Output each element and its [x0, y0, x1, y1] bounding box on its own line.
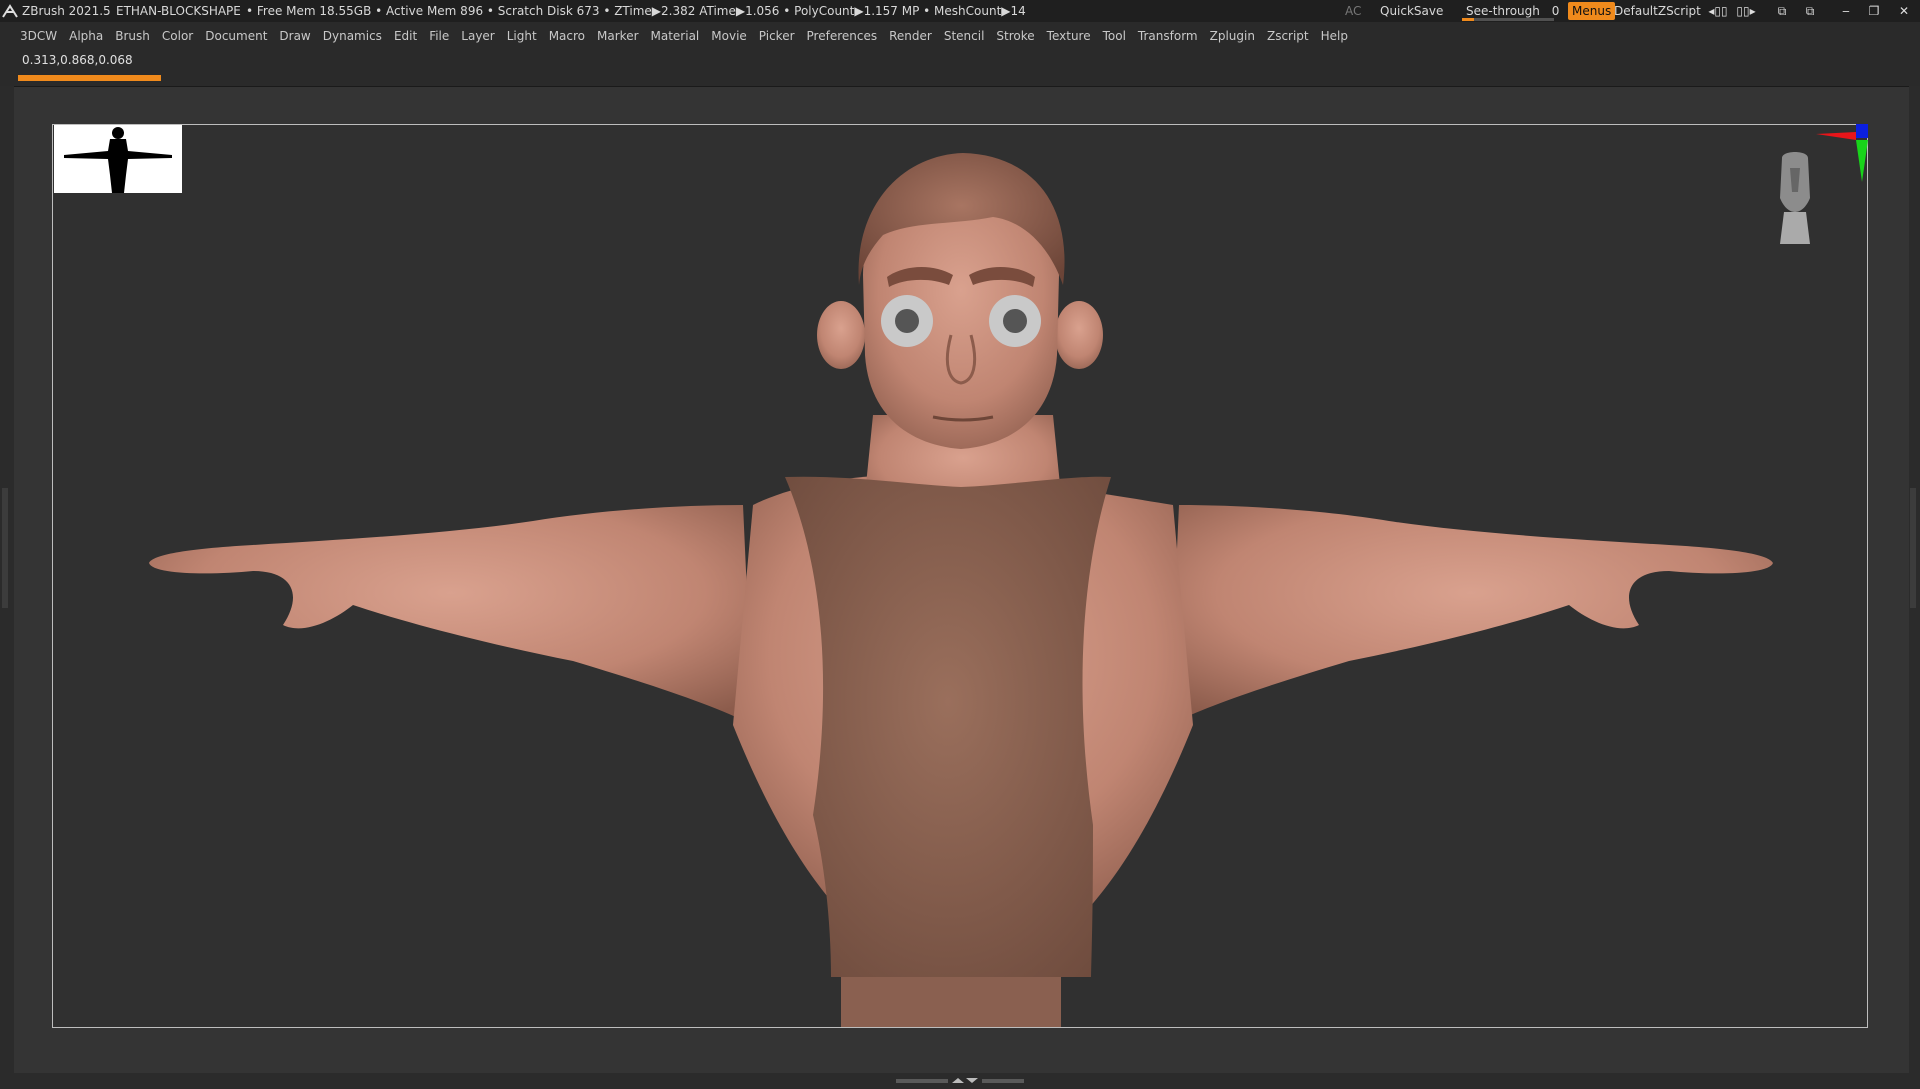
menu-picker[interactable]: Picker	[753, 22, 801, 50]
info-bar: 0.313,0.868,0.068	[0, 50, 1920, 86]
menu-light[interactable]: Light	[501, 22, 543, 50]
default-zscript-button[interactable]: DefaultZScript	[1614, 0, 1701, 22]
menu-dynamics[interactable]: Dynamics	[317, 22, 388, 50]
menu-transform[interactable]: Transform	[1132, 22, 1204, 50]
right-tray-handle[interactable]	[1910, 488, 1916, 608]
menu-render[interactable]: Render	[883, 22, 938, 50]
menu-layer[interactable]: Layer	[455, 22, 500, 50]
progress-fill	[18, 75, 161, 81]
menu-texture[interactable]: Texture	[1041, 22, 1097, 50]
menu-3dcw[interactable]: 3DCW	[14, 22, 63, 50]
see-through-track	[1462, 18, 1554, 21]
bottom-tray-handle[interactable]	[896, 1070, 1024, 1083]
ac-button[interactable]: AC	[1345, 0, 1361, 22]
menu-zplugin[interactable]: Zplugin	[1204, 22, 1261, 50]
shirt-mesh	[785, 476, 1111, 977]
quicksave-button[interactable]: QuickSave	[1380, 0, 1443, 22]
menu-movie[interactable]: Movie	[705, 22, 753, 50]
layout-left-icon[interactable]: ◂▯▯	[1708, 0, 1728, 22]
see-through-slider[interactable]: See-through 0	[1462, 2, 1559, 21]
menu-items: 3DCW Alpha Brush Color Document Draw Dynamics E…	[14, 22, 1354, 50]
color-readout: 0.313,0.868,0.068	[22, 53, 133, 67]
left-arm-mesh	[149, 505, 753, 725]
memory-stats: • Free Mem 18.55GB • Active Mem 896 • Sc…	[246, 4, 1026, 18]
zbrush-logo-icon[interactable]	[2, 3, 18, 19]
left-tray-handle[interactable]	[2, 488, 8, 608]
minimize-icon[interactable]: ‒	[1836, 0, 1856, 22]
silhouette-thumbnail[interactable]	[54, 125, 182, 193]
menu-material[interactable]: Material	[645, 22, 706, 50]
right-pupil-mesh	[1003, 309, 1027, 333]
menu-tool[interactable]: Tool	[1097, 22, 1132, 50]
menu-alpha[interactable]: Alpha	[63, 22, 109, 50]
app-title: ZBrush 2021.5	[22, 4, 111, 18]
left-ear-mesh	[817, 301, 865, 369]
left-pupil-mesh	[895, 309, 919, 333]
menu-document[interactable]: Document	[199, 22, 273, 50]
menu-stroke[interactable]: Stroke	[990, 22, 1040, 50]
menu-marker[interactable]: Marker	[591, 22, 644, 50]
restore-icon[interactable]: ❐	[1864, 0, 1884, 22]
menu-edit[interactable]: Edit	[388, 22, 423, 50]
menu-color[interactable]: Color	[156, 22, 199, 50]
window-arrange-icon[interactable]: ⧉	[1800, 0, 1820, 22]
see-through-value: 0	[1551, 4, 1560, 18]
axis-gizmo-icon[interactable]	[1812, 124, 1868, 184]
title-bar: ZBrush 2021.5 ETHAN-BLOCKSHAPE • Free Me…	[0, 0, 1920, 22]
menu-stencil[interactable]: Stencil	[938, 22, 991, 50]
model-viewport[interactable]	[53, 125, 1868, 1028]
menu-draw[interactable]: Draw	[273, 22, 316, 50]
menu-brush[interactable]: Brush	[109, 22, 156, 50]
document-name: ETHAN-BLOCKSHAPE	[116, 4, 241, 18]
menus-toggle-button[interactable]: Menus	[1568, 2, 1616, 20]
see-through-fill	[1462, 18, 1474, 21]
viewport-canvas[interactable]	[52, 124, 1868, 1028]
window-swap-icon[interactable]: ⧉	[1772, 0, 1792, 22]
right-arm-mesh	[1169, 505, 1773, 725]
menu-bar: 3DCW Alpha Brush Color Document Draw Dynamics E…	[0, 22, 1920, 50]
progress-bar	[18, 75, 161, 81]
close-icon[interactable]: ✕	[1894, 0, 1914, 22]
menu-macro[interactable]: Macro	[543, 22, 591, 50]
menu-help[interactable]: Help	[1315, 22, 1354, 50]
layout-right-icon[interactable]: ▯▯▸	[1736, 0, 1756, 22]
menu-file[interactable]: File	[423, 22, 455, 50]
right-ear-mesh	[1055, 301, 1103, 369]
menu-preferences[interactable]: Preferences	[801, 22, 884, 50]
menu-zscript[interactable]: Zscript	[1261, 22, 1315, 50]
